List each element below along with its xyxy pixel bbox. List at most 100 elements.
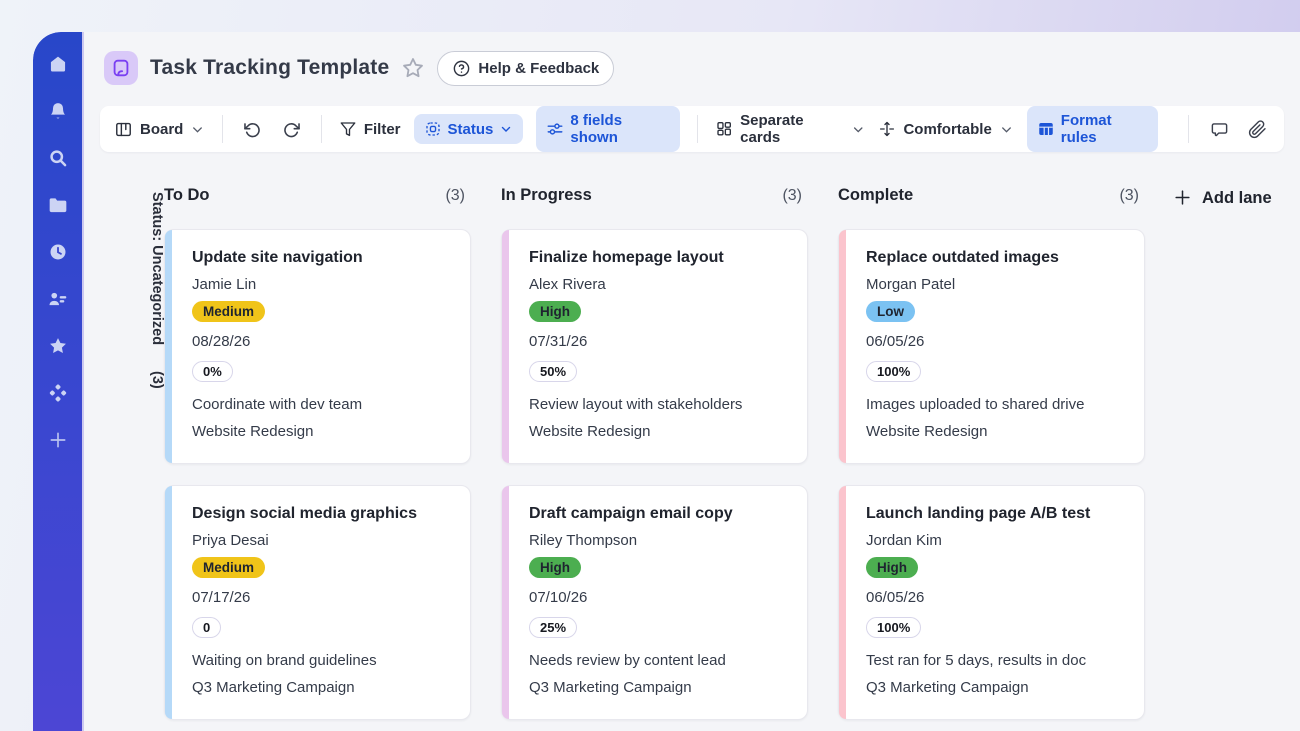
toolbar-divider <box>222 115 223 143</box>
task-card[interactable]: Design social media graphics Priya Desai… <box>164 485 471 720</box>
task-card[interactable]: Replace outdated images Morgan Patel Low… <box>838 229 1145 464</box>
filter-funnel-icon <box>339 120 357 138</box>
format-rules-chip[interactable]: Format rules <box>1027 106 1159 152</box>
plus-icon <box>1173 188 1192 207</box>
fields-shown-label: 8 fields shown <box>570 112 670 146</box>
add-lane-label: Add lane <box>1202 188 1272 208</box>
bell-icon[interactable] <box>48 101 68 121</box>
help-circle-icon <box>452 59 471 78</box>
progress-pill: 100% <box>866 361 921 382</box>
card-mode-label: Separate cards <box>740 112 844 146</box>
swimlane-label-text: Status: Uncategorized <box>150 192 165 345</box>
row-height-icon <box>878 120 896 138</box>
format-rules-label: Format rules <box>1061 112 1149 146</box>
filter-label: Filter <box>364 121 401 138</box>
lanes: To Do (3) Update site navigation Jamie L… <box>164 186 1145 731</box>
board-view-icon <box>114 120 133 139</box>
undo-icon[interactable] <box>240 116 265 142</box>
lane-title: Complete <box>838 186 913 205</box>
lane-complete: Complete (3) Replace outdated images Mor… <box>838 186 1145 731</box>
card-note: Images uploaded to shared drive <box>866 394 1126 415</box>
priority-badge: High <box>529 301 581 322</box>
card-title: Finalize homepage layout <box>529 247 789 269</box>
card-note: Needs review by content lead <box>529 650 789 671</box>
format-rules-icon <box>1037 120 1055 138</box>
fields-shown-chip[interactable]: 8 fields shown <box>536 106 680 152</box>
card-title: Launch landing page A/B test <box>866 503 1126 525</box>
clock-icon[interactable] <box>48 242 68 262</box>
card-title: Draft campaign email copy <box>529 503 789 525</box>
progress-pill: 0% <box>192 361 233 382</box>
swimlane-label: Status: Uncategorized(3) <box>114 186 164 731</box>
card-assignee: Morgan Patel <box>866 274 1126 295</box>
lane-count: (3) <box>1119 187 1139 205</box>
card-note: Coordinate with dev team <box>192 394 452 415</box>
task-card[interactable]: Launch landing page A/B test Jordan Kim … <box>838 485 1145 720</box>
lane-count: (3) <box>445 187 465 205</box>
card-accent-stripe <box>165 230 172 463</box>
sliders-icon <box>546 120 564 138</box>
card-due-date: 07/31/26 <box>529 331 789 352</box>
toolbar-divider <box>1188 115 1189 143</box>
chevron-down-icon <box>851 122 865 137</box>
help-feedback-label: Help & Feedback <box>478 60 599 77</box>
comment-icon[interactable] <box>1206 116 1231 142</box>
card-mode-selector[interactable]: Separate cards <box>715 112 865 146</box>
template-icon <box>104 51 138 85</box>
star-icon[interactable] <box>48 336 68 356</box>
add-icon[interactable] <box>48 430 68 450</box>
view-switcher[interactable]: Board <box>114 120 205 139</box>
lane-in-progress: In Progress (3) Finalize homepage layout… <box>501 186 808 731</box>
lane-title: In Progress <box>501 186 592 205</box>
chevron-down-icon <box>499 122 513 136</box>
folder-icon[interactable] <box>48 195 68 215</box>
separate-cards-icon <box>715 120 733 138</box>
lane-header[interactable]: To Do (3) <box>164 186 471 205</box>
view-switcher-label: Board <box>140 121 183 138</box>
card-accent-stripe <box>502 230 509 463</box>
row-height-selector[interactable]: Comfortable <box>878 120 1013 138</box>
priority-badge: Medium <box>192 301 265 322</box>
progress-pill: 25% <box>529 617 577 638</box>
users-icon[interactable] <box>48 289 68 309</box>
home-icon[interactable] <box>48 54 68 74</box>
card-note: Review layout with stakeholders <box>529 394 789 415</box>
lane-title: To Do <box>164 186 210 205</box>
filter-button[interactable]: Filter <box>339 120 401 138</box>
card-project: Website Redesign <box>529 421 789 442</box>
chevron-down-icon <box>999 122 1014 137</box>
priority-badge: Low <box>866 301 915 322</box>
favorite-star-icon[interactable] <box>401 56 425 80</box>
lane-header[interactable]: Complete (3) <box>838 186 1145 205</box>
redo-icon[interactable] <box>279 116 304 142</box>
progress-pill: 50% <box>529 361 577 382</box>
card-title: Design social media graphics <box>192 503 452 525</box>
row-height-label: Comfortable <box>903 121 991 138</box>
paperclip-icon[interactable] <box>1245 116 1270 142</box>
progress-pill: 0 <box>192 617 221 638</box>
app-window: Task Tracking Template Help & Feedback B… <box>33 32 1300 731</box>
task-card[interactable]: Finalize homepage layout Alex Rivera Hig… <box>501 229 808 464</box>
task-card[interactable]: Draft campaign email copy Riley Thompson… <box>501 485 808 720</box>
card-assignee: Riley Thompson <box>529 530 789 551</box>
card-accent-stripe <box>839 230 846 463</box>
task-card[interactable]: Update site navigation Jamie Lin Medium … <box>164 229 471 464</box>
apps-icon[interactable] <box>48 383 68 403</box>
card-project: Q3 Marketing Campaign <box>192 677 452 698</box>
card-title: Update site navigation <box>192 247 452 269</box>
priority-badge: Medium <box>192 557 265 578</box>
card-project: Q3 Marketing Campaign <box>529 677 789 698</box>
add-lane-button[interactable]: Add lane <box>1173 186 1272 731</box>
help-feedback-button[interactable]: Help & Feedback <box>437 51 614 86</box>
toolbar-divider <box>321 115 322 143</box>
priority-badge: High <box>529 557 581 578</box>
main-content: Task Tracking Template Help & Feedback B… <box>84 32 1300 731</box>
progress-pill: 100% <box>866 617 921 638</box>
lane-header[interactable]: In Progress (3) <box>501 186 808 205</box>
card-due-date: 06/05/26 <box>866 331 1126 352</box>
card-accent-stripe <box>165 486 172 719</box>
card-assignee: Jamie Lin <box>192 274 452 295</box>
group-by-chip[interactable]: Status <box>414 114 524 144</box>
kanban-board: Status: Uncategorized(3) To Do (3) Updat… <box>84 152 1300 731</box>
search-icon[interactable] <box>48 148 68 168</box>
